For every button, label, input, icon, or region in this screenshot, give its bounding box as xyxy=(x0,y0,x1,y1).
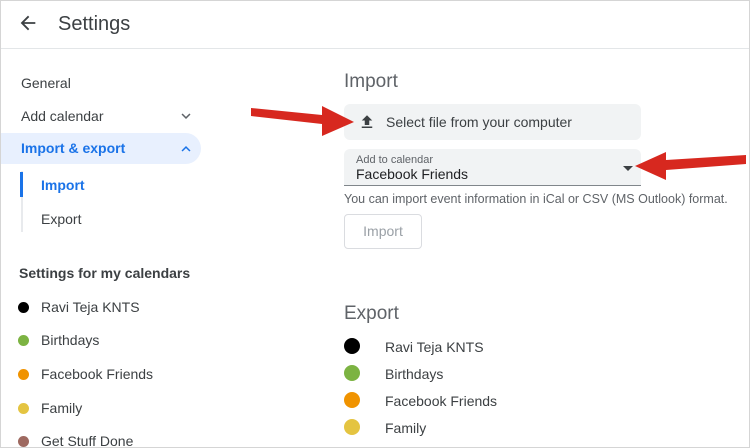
calendar-label: Ravi Teja KNTS xyxy=(41,299,140,315)
export-calendar-item: Family xyxy=(344,418,644,438)
sidebar-item-general[interactable]: General xyxy=(21,75,71,91)
settings-page: Settings General Add calendar Import & e… xyxy=(0,0,750,448)
calendar-label: Family xyxy=(385,420,427,436)
dropdown-label: Add to calendar xyxy=(356,154,434,166)
page-title: Settings xyxy=(58,13,131,35)
calendar-color-dot xyxy=(18,436,29,447)
sidebar-item-add-calendar[interactable]: Add calendar xyxy=(21,108,104,124)
upload-icon xyxy=(358,113,376,131)
calendar-color-dot xyxy=(344,338,360,354)
select-file-button[interactable]: Select file from your computer xyxy=(344,104,641,140)
dropdown-caret-icon xyxy=(623,166,633,171)
calendar-label: Facebook Friends xyxy=(41,366,154,382)
sidebar-item-label: Import & export xyxy=(21,140,126,156)
sidebar-subitem-import[interactable]: Import xyxy=(41,177,85,193)
chevron-down-icon xyxy=(177,107,195,125)
calendar-color-dot xyxy=(344,392,360,408)
calendar-label: Birthdays xyxy=(385,366,444,382)
subnav-active-indicator xyxy=(20,172,23,197)
my-calendars-section-title: Settings for my calendars xyxy=(19,265,191,281)
import-button[interactable]: Import xyxy=(344,214,422,249)
calendar-label: Birthdays xyxy=(41,332,100,348)
import-section-heading: Import xyxy=(344,71,398,92)
export-section-heading: Export xyxy=(344,303,399,324)
dropdown-selected-value: Facebook Friends xyxy=(356,166,469,182)
sidebar-item-import-export[interactable]: Import & export xyxy=(1,133,201,164)
sidebar-calendar-item[interactable]: Birthdays xyxy=(1,330,331,350)
sidebar-calendar-item[interactable]: Facebook Friends xyxy=(1,364,331,384)
calendar-color-dot xyxy=(344,419,360,435)
export-calendar-item: Ravi Teja KNTS xyxy=(344,337,644,357)
sidebar-calendar-item[interactable]: Get Stuff Done xyxy=(1,431,331,448)
export-calendar-item: Birthdays xyxy=(344,364,644,384)
calendar-color-dot xyxy=(18,335,29,346)
import-format-helper-text: You can import event information in iCal… xyxy=(344,192,728,206)
arrow-left-icon xyxy=(17,12,39,39)
back-button[interactable] xyxy=(15,12,41,38)
add-to-calendar-dropdown[interactable]: Add to calendar Facebook Friends xyxy=(344,149,641,186)
export-calendar-item: Facebook Friends xyxy=(344,391,644,411)
calendar-label: Get Stuff Done xyxy=(41,433,134,448)
calendar-label: Family xyxy=(41,400,83,416)
annotation-arrow-right-icon xyxy=(251,106,354,136)
select-file-label: Select file from your computer xyxy=(386,114,572,130)
calendar-color-dot xyxy=(18,302,29,313)
sidebar-calendar-item[interactable]: Family xyxy=(1,398,331,418)
calendar-label: Ravi Teja KNTS xyxy=(385,339,484,355)
calendar-label: Facebook Friends xyxy=(385,393,498,409)
sidebar-subitem-export[interactable]: Export xyxy=(41,211,81,227)
sidebar-calendar-item[interactable]: Ravi Teja KNTS xyxy=(1,297,331,317)
header-bar: Settings xyxy=(1,1,749,49)
annotation-arrow-left-icon xyxy=(635,152,746,180)
calendar-color-dot xyxy=(18,403,29,414)
calendar-color-dot xyxy=(18,369,29,380)
chevron-up-icon xyxy=(177,140,195,158)
calendar-color-dot xyxy=(344,365,360,381)
